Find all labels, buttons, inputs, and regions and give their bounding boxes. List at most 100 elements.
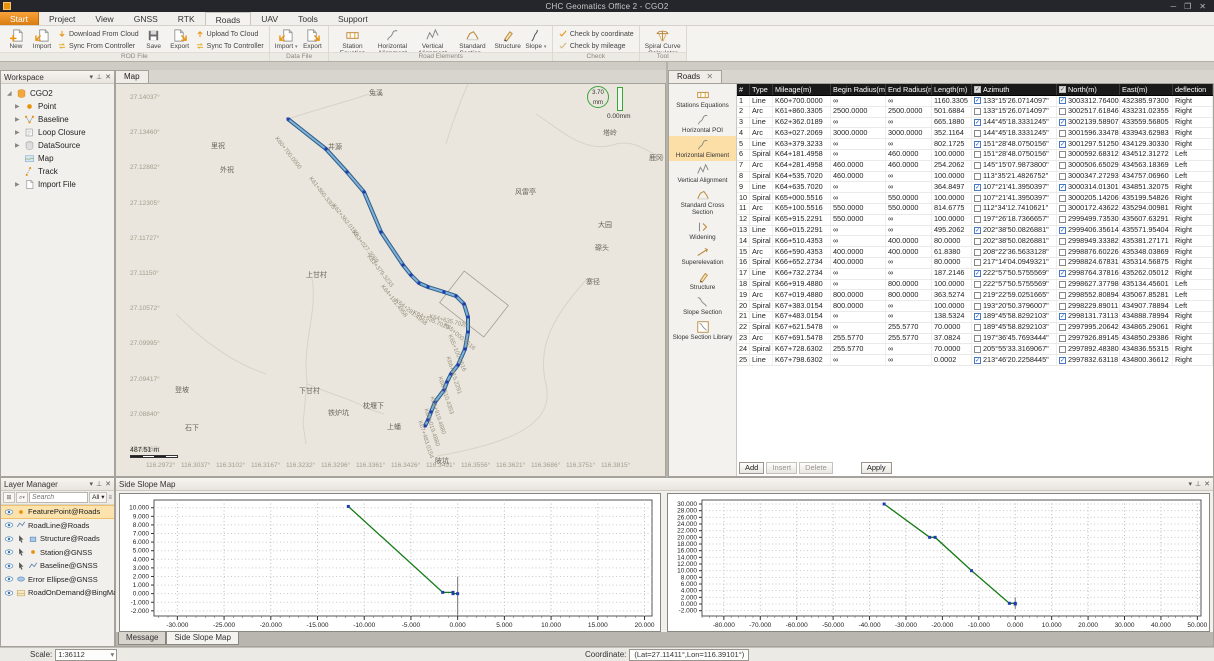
row-checkbox[interactable] xyxy=(974,249,981,256)
station-point[interactable] xyxy=(467,316,470,319)
row-checkbox[interactable] xyxy=(974,205,981,212)
station-point[interactable] xyxy=(363,191,366,194)
table-row[interactable]: 8SpiralK64+535.7020460.0000∞100.0000113°… xyxy=(737,172,1213,183)
row-checkbox[interactable]: ✓ xyxy=(1059,227,1066,234)
tree-item-import-file[interactable]: ▶Import File xyxy=(1,178,114,191)
table-row[interactable]: 18SpiralK66+919.4880∞800.0000100.0000222… xyxy=(737,280,1213,291)
tab-roads[interactable]: Roads ✕ xyxy=(668,70,722,83)
table-row[interactable]: 12SpiralK65+915.2291550.0000∞100.0000197… xyxy=(737,215,1213,226)
table-row[interactable]: 16SpiralK66+652.2734400.0000∞80.0000217°… xyxy=(737,258,1213,269)
row-checkbox[interactable] xyxy=(1059,195,1066,202)
row-checkbox[interactable] xyxy=(974,130,981,137)
row-checkbox[interactable] xyxy=(1059,238,1066,245)
workspace-dropdown-icon[interactable]: ▾ xyxy=(90,73,94,81)
row-checkbox[interactable] xyxy=(1059,162,1066,169)
row-checkbox[interactable]: ✓ xyxy=(1059,97,1066,104)
header-checkbox[interactable]: ✓ xyxy=(1059,86,1066,93)
add-button[interactable]: Add xyxy=(739,462,764,474)
table-row[interactable]: 15ArcK66+590.4353400.0000400.000061.8380… xyxy=(737,247,1213,258)
row-checkbox[interactable]: ✓ xyxy=(974,227,981,234)
row-checkbox[interactable] xyxy=(1059,130,1066,137)
layer-new-button[interactable]: ⊞ xyxy=(3,492,15,503)
export-button[interactable]: Export xyxy=(167,27,193,51)
row-checkbox[interactable] xyxy=(974,151,981,158)
import-button[interactable]: Import xyxy=(29,27,55,51)
row-checkbox[interactable] xyxy=(974,162,981,169)
search-input[interactable] xyxy=(29,492,88,503)
table-row[interactable]: 6SpiralK64+181.4958∞460.0000100.0000151°… xyxy=(737,150,1213,161)
download-from-cloud-button[interactable]: Download From Cloud xyxy=(57,29,139,39)
workspace-close-icon[interactable]: ✕ xyxy=(105,73,111,81)
workspace-pin-icon[interactable]: ⊥ xyxy=(96,73,102,81)
tab-map[interactable]: Map xyxy=(115,70,149,83)
row-checkbox[interactable] xyxy=(1059,292,1066,299)
check-by-coordinate-button[interactable]: Check by coordinate xyxy=(558,29,634,39)
roads-tab-close-icon[interactable]: ✕ xyxy=(706,72,713,81)
menu-gnss[interactable]: GNSS xyxy=(124,12,168,25)
table-row[interactable]: 25LineK67+798.6302∞∞0.0002✓213°46'20.225… xyxy=(737,355,1213,366)
check-by-mileage-button[interactable]: Check by mileage xyxy=(558,41,634,51)
expanded-icon[interactable]: ◢ xyxy=(7,90,16,97)
row-checkbox[interactable]: ✓ xyxy=(974,270,981,277)
menu-rtk[interactable]: RTK xyxy=(168,12,205,25)
nav-structure[interactable]: Structure xyxy=(669,268,736,293)
expand-icon[interactable]: ▶ xyxy=(15,103,24,110)
tree-item-track[interactable]: Track xyxy=(1,165,114,178)
insert-button[interactable]: Insert xyxy=(766,462,797,474)
row-checkbox[interactable] xyxy=(974,324,981,331)
col-deflection[interactable]: deflection xyxy=(1173,84,1213,95)
row-checkbox[interactable] xyxy=(1059,173,1066,180)
menu-start[interactable]: Start xyxy=(0,12,39,25)
row-checkbox[interactable]: ✓ xyxy=(974,357,981,364)
table-row[interactable]: 10SpiralK65+000.5516∞550.0000100.0000107… xyxy=(737,193,1213,204)
station-point[interactable] xyxy=(446,381,449,384)
side-slope-pin-icon[interactable]: ⊥ xyxy=(1195,480,1201,488)
nav-horizontal-element[interactable]: Horizontal Element xyxy=(669,136,736,161)
row-checkbox[interactable]: ✓ xyxy=(1059,357,1066,364)
row-checkbox[interactable] xyxy=(974,335,981,342)
row-checkbox[interactable] xyxy=(1059,346,1066,353)
row-checkbox[interactable] xyxy=(1059,324,1066,331)
table-row[interactable]: 9LineK64+635.7020∞∞364.8497✓107°21'41.39… xyxy=(737,182,1213,193)
structure-button[interactable]: Structure xyxy=(492,27,522,51)
layer-roadline-roads[interactable]: RoadLine@Roads xyxy=(1,519,114,533)
table-row[interactable]: 11ArcK65+100.5516550.0000550.0000814.677… xyxy=(737,204,1213,215)
expand-icon[interactable]: ▶ xyxy=(15,142,24,149)
station-point[interactable] xyxy=(463,303,466,306)
tree-item-datasource[interactable]: ▶DataSource xyxy=(1,139,114,152)
col-north-m[interactable]: ✓North(m) xyxy=(1057,84,1120,95)
map-canvas[interactable]: 27.14037°27.13460°27.12882°27.12305°27.1… xyxy=(115,83,666,477)
table-row[interactable]: 19ArcK67+019.4880800.0000800.0000363.527… xyxy=(737,290,1213,301)
row-checkbox[interactable] xyxy=(1059,335,1066,342)
col-azimuth[interactable]: ✓Azimuth xyxy=(972,84,1057,95)
col-end-radius-m[interactable]: End Radius(m) xyxy=(886,84,932,95)
menu-uav[interactable]: UAV xyxy=(251,12,288,25)
tab-message[interactable]: Message xyxy=(118,632,166,645)
row-checkbox[interactable] xyxy=(974,173,981,180)
station-point[interactable] xyxy=(402,264,405,267)
table-row[interactable]: 1LineK60+700.0000∞∞1160.3305✓133°15'26.0… xyxy=(737,96,1213,107)
sync-to-controller-button[interactable]: Sync To Controller xyxy=(195,41,264,51)
row-checkbox[interactable] xyxy=(974,195,981,202)
new-button[interactable]: New xyxy=(3,27,29,51)
station-point[interactable] xyxy=(380,231,383,234)
col-east-m[interactable]: East(m) xyxy=(1120,84,1173,95)
tree-item-loop-closure[interactable]: ▶Loop Closure xyxy=(1,126,114,139)
table-row[interactable]: 4ArcK63+027.20693000.00003000.0000352.11… xyxy=(737,128,1213,139)
maximize-button[interactable]: ❐ xyxy=(1184,2,1191,11)
row-checkbox[interactable] xyxy=(1059,303,1066,310)
table-row[interactable]: 21LineK67+483.0154∞∞138.5324✓189°45'58.8… xyxy=(737,312,1213,323)
row-checkbox[interactable]: ✓ xyxy=(974,119,981,126)
table-row[interactable]: 13LineK66+015.2291∞∞495.2062✓202°38'50.0… xyxy=(737,226,1213,237)
expand-icon[interactable]: ▶ xyxy=(15,129,24,136)
row-checkbox[interactable] xyxy=(1059,259,1066,266)
table-row[interactable]: 22SpiralK67+621.5478∞255.577070.0000189°… xyxy=(737,323,1213,334)
expand-icon[interactable]: ▶ xyxy=(15,116,24,123)
station-point[interactable] xyxy=(410,274,413,277)
tab-side-slope-map[interactable]: Side Slope Map xyxy=(166,632,238,645)
menu-roads[interactable]: Roads xyxy=(205,12,252,25)
row-checkbox[interactable] xyxy=(974,303,981,310)
row-checkbox[interactable]: ✓ xyxy=(974,313,981,320)
layer-overflow-button[interactable]: ≡ xyxy=(108,495,112,501)
table-row[interactable]: 2ArcK61+860.33052500.00002500.0000501.68… xyxy=(737,107,1213,118)
